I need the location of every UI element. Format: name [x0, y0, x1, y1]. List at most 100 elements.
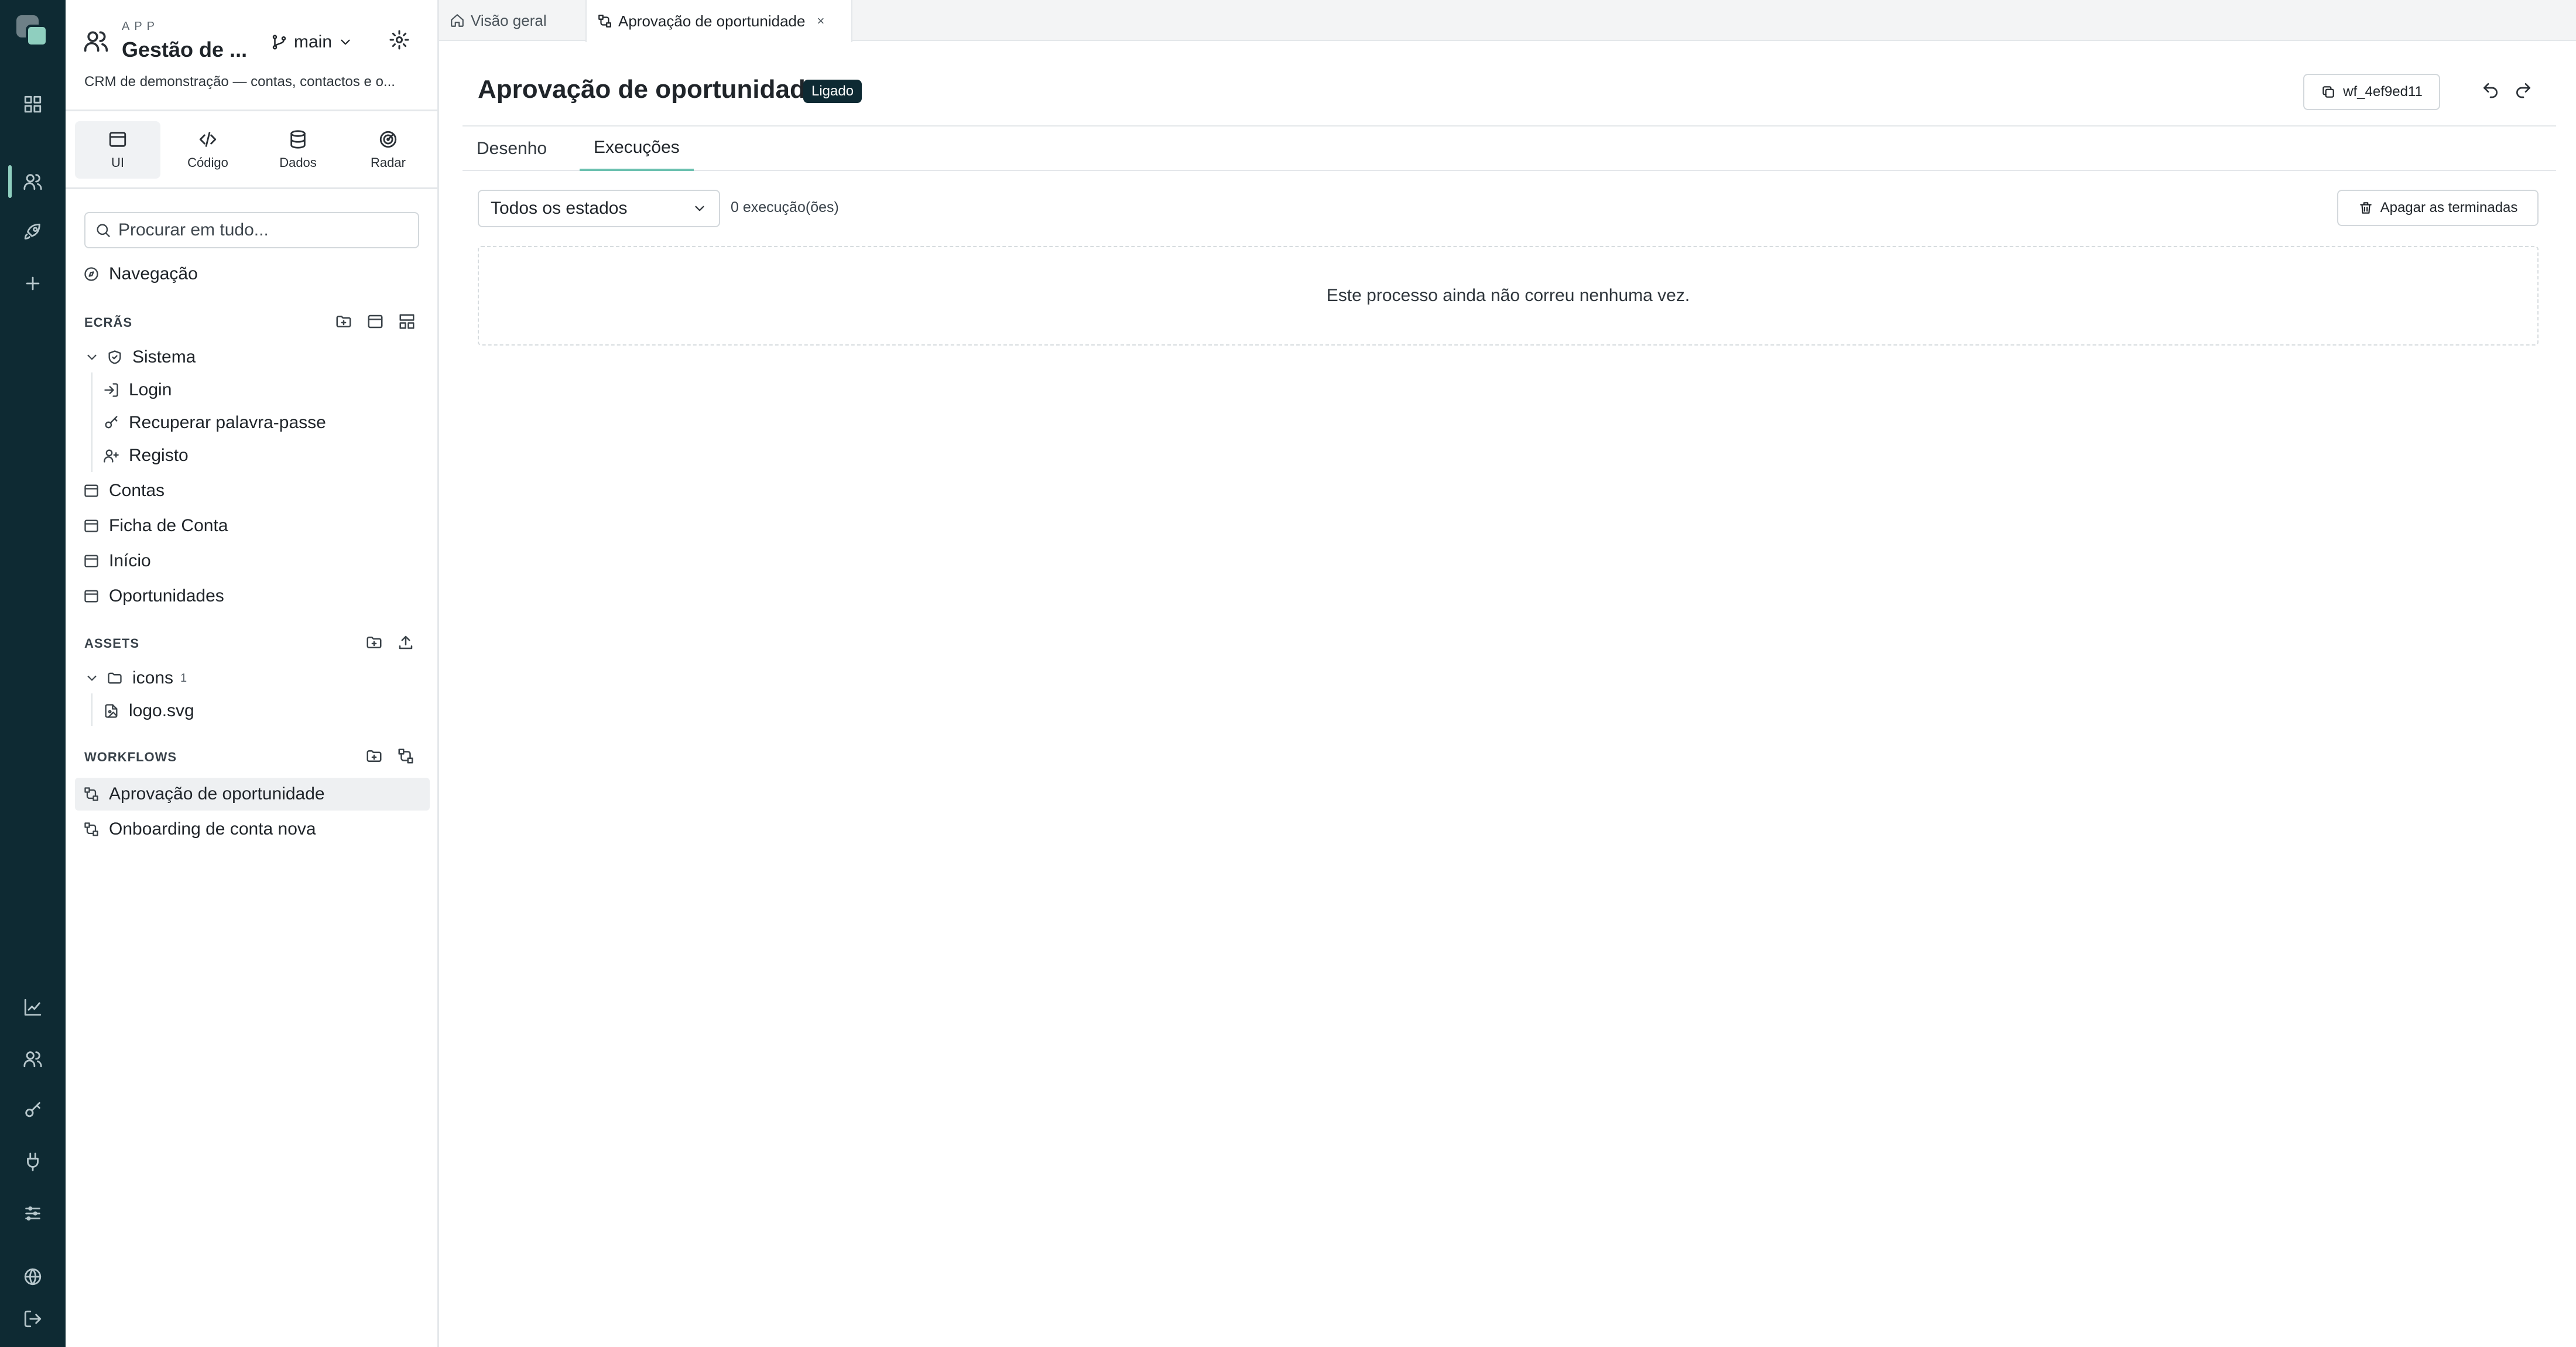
status-filter-select[interactable]: Todos os estados	[478, 190, 720, 227]
workflow-icon	[598, 15, 611, 28]
compass-icon	[84, 267, 98, 281]
tab-overview[interactable]: Visão geral	[439, 0, 585, 41]
folder-count: 1	[180, 671, 187, 685]
sliders-icon[interactable]	[20, 1201, 46, 1226]
folder-label: icons	[132, 668, 174, 688]
undo-icon[interactable]	[2481, 81, 2502, 102]
plug-icon[interactable]	[20, 1149, 46, 1175]
radar-icon	[379, 131, 397, 148]
new-folder-icon[interactable]	[365, 747, 383, 765]
tab-design[interactable]: Desenho	[463, 127, 561, 171]
screen-item-label: Ficha de Conta	[109, 516, 228, 535]
section-label-workflows: WORKFLOWS	[84, 750, 177, 764]
branch-selector[interactable]: main	[270, 29, 353, 55]
layout-icon[interactable]	[398, 313, 416, 330]
section-label-assets: ASSETS	[84, 636, 140, 651]
asset-file-logo[interactable]: logo.svg	[103, 697, 194, 725]
screen-icon	[84, 519, 98, 532]
chevron-down-icon	[695, 206, 704, 211]
screen-item-login[interactable]: Login	[103, 376, 172, 404]
screen-icon	[84, 484, 98, 497]
globe-icon[interactable]	[20, 1264, 46, 1290]
page-title: Aprovação de oportunidade	[478, 75, 820, 104]
mode-tab-label: UI	[111, 155, 124, 170]
chevron-down-icon	[84, 671, 100, 686]
app-header: APP Gestão de ... main CRM de demonstraç…	[66, 0, 437, 111]
branch-icon	[270, 33, 288, 51]
redo-icon[interactable]	[2514, 81, 2535, 102]
mode-tab-label: Radar	[371, 155, 406, 170]
empty-state-message: Este processo ainda não correu nenhuma v…	[1326, 286, 1690, 305]
code-icon	[199, 132, 217, 147]
dashboard-icon[interactable]	[20, 91, 46, 117]
window-icon	[109, 132, 126, 147]
workflow-item-label: Onboarding de conta nova	[109, 819, 316, 839]
chevron-down-icon	[84, 350, 100, 365]
screen-item-ficha-de-conta[interactable]: Ficha de Conta	[83, 512, 228, 540]
tab-executions[interactable]: Execuções	[580, 127, 694, 171]
key-icon	[105, 416, 118, 429]
search-box[interactable]	[84, 212, 419, 248]
logout-icon[interactable]	[20, 1306, 46, 1332]
login-icon	[104, 383, 118, 397]
app-logo[interactable]	[16, 15, 49, 48]
upload-icon[interactable]	[397, 634, 415, 651]
tree-guide	[91, 372, 93, 472]
mode-tabs: UI Código Dados Radar	[66, 113, 437, 189]
copy-id-button[interactable]: wf_4ef9ed11	[2303, 74, 2440, 110]
app-title[interactable]: Gestão de ...	[122, 37, 247, 62]
screen-item-register[interactable]: Registo	[103, 442, 189, 470]
workflow-item-approval[interactable]: Aprovação de oportunidade	[83, 780, 325, 808]
folder-icons[interactable]: icons 1	[84, 664, 187, 692]
nav-item-navigation[interactable]: Navegação	[83, 260, 198, 288]
user-plus-icon	[104, 449, 119, 463]
branch-name: main	[294, 32, 333, 52]
section-label-screens: ECRÃS	[84, 315, 133, 330]
new-screen-icon[interactable]	[366, 313, 384, 330]
screen-item-inicio[interactable]: Início	[83, 547, 151, 575]
search-input[interactable]	[118, 220, 411, 240]
chevron-down-icon	[338, 35, 353, 50]
empty-state: Este processo ainda não correu nenhuma v…	[478, 246, 2539, 346]
screen-item-recover-password[interactable]: Recuperar palavra-passe	[103, 409, 326, 437]
new-folder-icon[interactable]	[335, 313, 352, 330]
status-badge: Ligado	[803, 80, 862, 103]
screen-item-contas[interactable]: Contas	[83, 477, 165, 505]
gear-icon[interactable]	[389, 29, 412, 53]
app-users-icon	[83, 28, 109, 54]
screen-icon	[84, 555, 98, 567]
left-rail	[0, 0, 66, 1347]
workflows-actions	[365, 747, 415, 765]
status-filter-value: Todos os estados	[491, 199, 628, 218]
execution-count: 0 execução(ões)	[731, 199, 839, 216]
mode-tab-ui[interactable]: UI	[75, 121, 160, 179]
workflow-item-onboarding[interactable]: Onboarding de conta nova	[83, 815, 316, 843]
folder-sistema[interactable]: Sistema	[84, 343, 196, 371]
new-workflow-icon[interactable]	[397, 747, 415, 765]
key-icon[interactable]	[20, 1098, 46, 1123]
mode-tab-radar[interactable]: Radar	[345, 121, 431, 179]
mode-tab-code[interactable]: Código	[165, 121, 251, 179]
screen-item-label: Início	[109, 551, 151, 570]
tab-workflow-approval[interactable]: Aprovação de oportunidade ×	[585, 0, 852, 42]
screen-item-oportunidades[interactable]: Oportunidades	[83, 582, 224, 610]
plus-icon[interactable]	[20, 271, 46, 296]
mode-tab-data[interactable]: Dados	[255, 121, 341, 179]
trash-icon	[2359, 202, 2372, 214]
screen-item-label: Registo	[129, 446, 189, 465]
workflow-item-label: Aprovação de oportunidade	[109, 784, 325, 804]
delete-finished-button[interactable]: Apagar as terminadas	[2337, 190, 2539, 226]
rocket-icon[interactable]	[20, 219, 46, 245]
database-icon	[290, 130, 306, 149]
workflow-icon	[84, 787, 98, 801]
users-icon[interactable]	[20, 169, 46, 194]
mode-tab-label: Dados	[279, 155, 317, 170]
explorer-panel: APP Gestão de ... main CRM de demonstraç…	[66, 0, 439, 1347]
close-icon[interactable]: ×	[817, 13, 824, 29]
new-folder-icon[interactable]	[365, 634, 383, 651]
team-icon[interactable]	[20, 1046, 46, 1072]
chart-icon[interactable]	[20, 994, 46, 1020]
tab-label: Aprovação de oportunidade	[618, 12, 806, 30]
search-icon	[97, 224, 110, 237]
assets-actions	[365, 634, 415, 651]
